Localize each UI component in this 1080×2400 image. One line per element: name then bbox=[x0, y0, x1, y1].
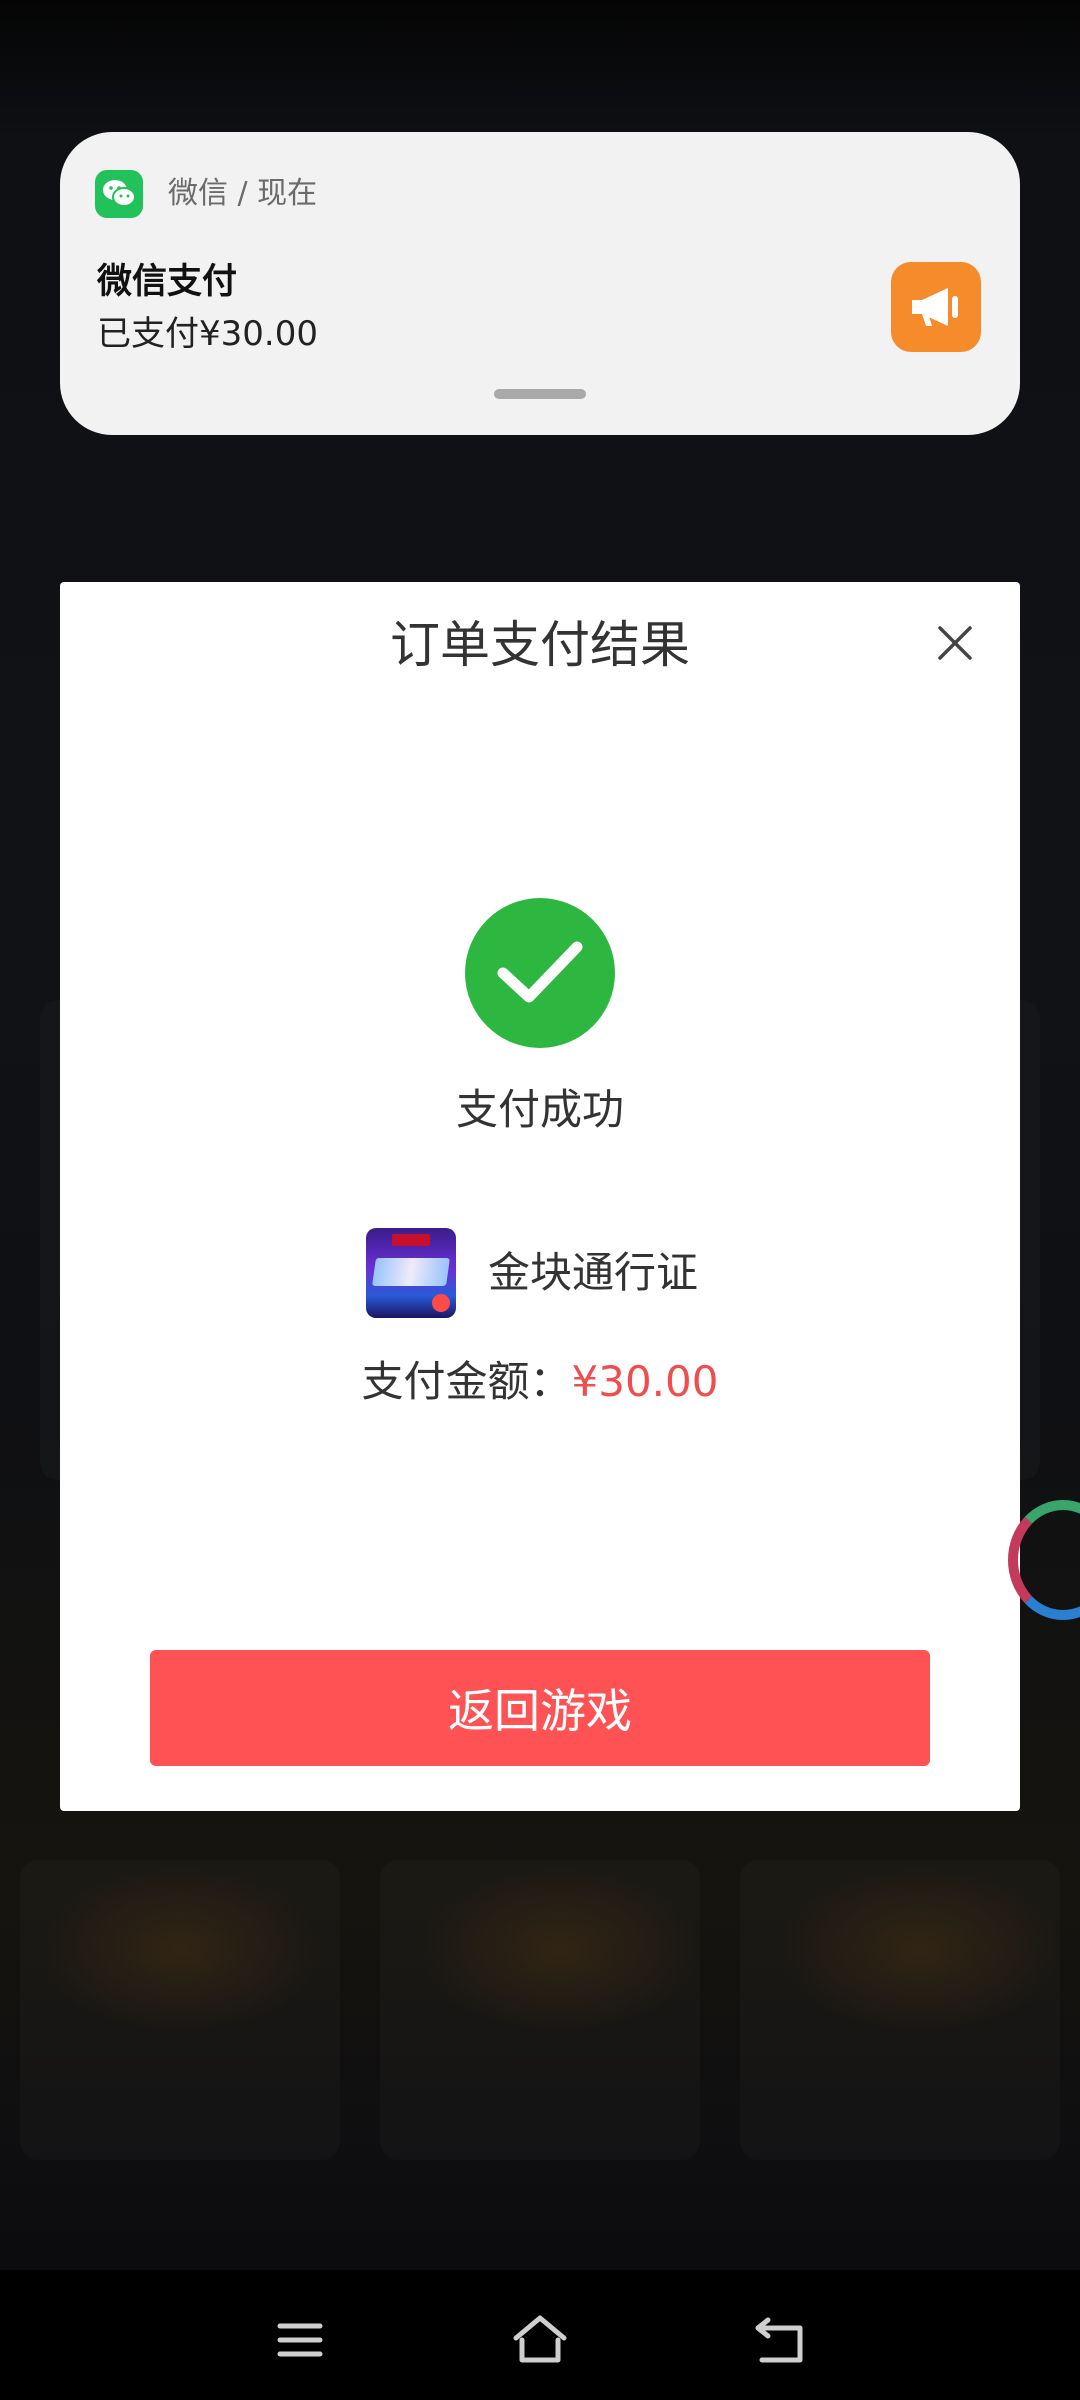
product-row: 金块通行证 bbox=[366, 1227, 698, 1319]
notification-title: 微信支付 bbox=[97, 262, 238, 302]
notification-drag-handle[interactable] bbox=[494, 389, 586, 399]
wechat-icon bbox=[95, 170, 143, 218]
payment-result-dialog: 订单支付结果 支付成功 金块通行证 支付金额：¥30.00 返回游戏 bbox=[60, 582, 1020, 1811]
dialog-title: 订单支付结果 bbox=[390, 616, 690, 674]
amount-row: 支付金额：¥30.00 bbox=[60, 1352, 1020, 1412]
wechat-pay-notification[interactable]: 微信 / 现在 微信支付 已支付¥30.00 bbox=[60, 132, 1020, 435]
product-name: 金块通行证 bbox=[488, 1248, 699, 1297]
amount-value: ¥30.00 bbox=[571, 1357, 719, 1406]
navigation-bar bbox=[0, 2270, 1080, 2400]
return-to-game-button[interactable]: 返回游戏 bbox=[150, 1650, 930, 1766]
marvel-game-icon bbox=[366, 1228, 456, 1318]
notification-body: 已支付¥30.00 bbox=[97, 314, 318, 354]
payment-status-text: 支付成功 bbox=[455, 1085, 624, 1134]
notification-app-name: 微信 / 现在 bbox=[168, 176, 318, 211]
checkmark-icon bbox=[465, 898, 615, 1048]
amount-label: 支付金额： bbox=[361, 1357, 572, 1406]
close-icon[interactable] bbox=[930, 618, 980, 668]
megaphone-icon[interactable] bbox=[891, 262, 981, 352]
menu-icon[interactable] bbox=[270, 2310, 330, 2370]
home-icon[interactable] bbox=[510, 2310, 570, 2370]
back-icon[interactable] bbox=[750, 2310, 810, 2370]
